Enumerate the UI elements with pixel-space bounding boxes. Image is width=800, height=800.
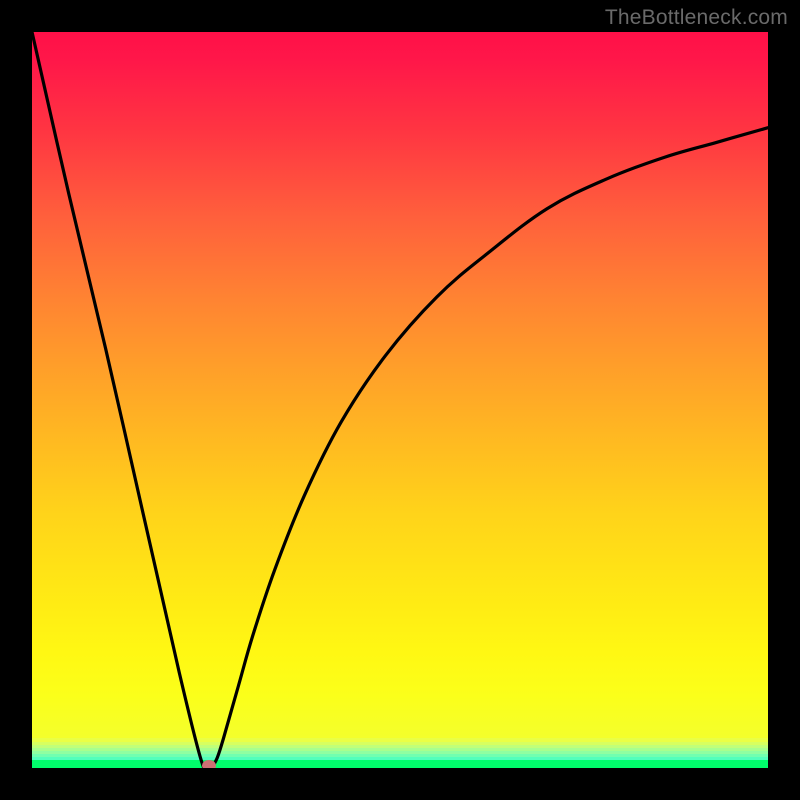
gradient-band bbox=[32, 760, 768, 768]
plot-area bbox=[32, 32, 768, 768]
gradient-main bbox=[32, 32, 768, 738]
chart-frame: TheBottleneck.com bbox=[0, 0, 800, 800]
watermark-text: TheBottleneck.com bbox=[605, 6, 788, 30]
